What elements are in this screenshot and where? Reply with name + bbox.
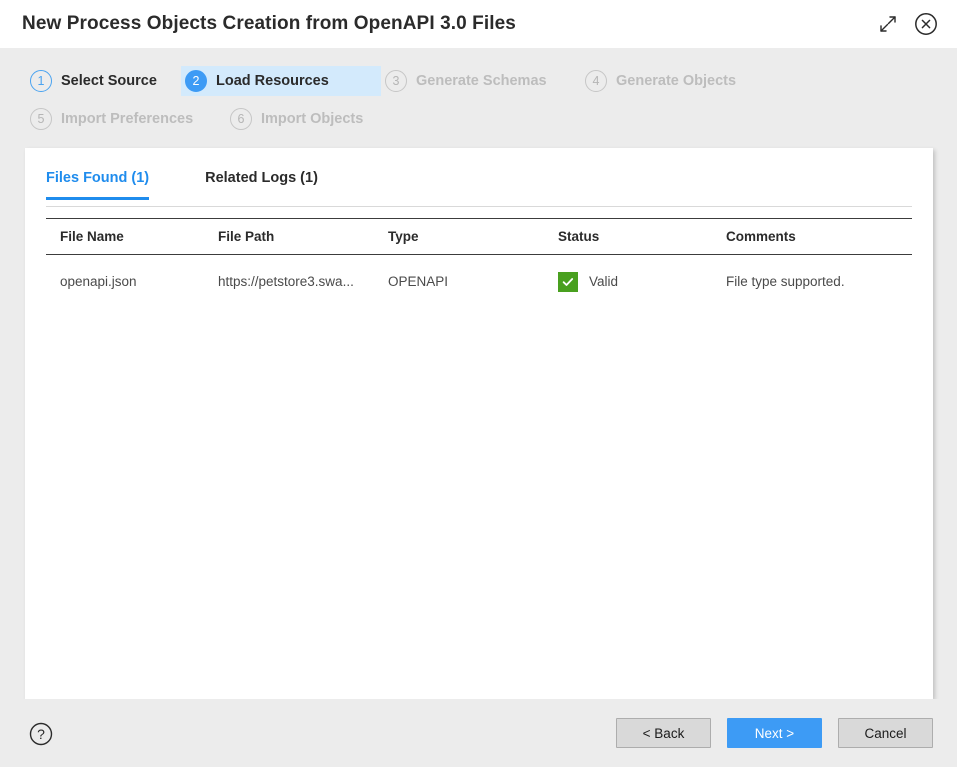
check-icon [558,271,578,292]
svg-text:?: ? [37,726,45,742]
step-6-number: 6 [230,108,252,130]
close-circle-icon[interactable] [913,11,939,37]
step-2-label: Load Resources [216,73,329,89]
column-header-file-path: File Path [218,229,275,244]
cell-status: Valid [558,271,726,292]
step-5-import-preferences: 5 Import Preferences [26,104,226,134]
page-title: New Process Objects Creation from OpenAP… [22,13,516,34]
column-header-type: Type [388,229,419,244]
files-table: File Name File Path Type Status Comments… [46,218,912,308]
title-bar: New Process Objects Creation from OpenAP… [0,0,957,48]
window-controls [875,11,939,37]
status-badge: Valid [589,274,619,289]
step-4-label: Generate Objects [616,73,737,89]
step-4-number: 4 [585,70,607,92]
column-header-status: Status [558,229,600,244]
step-3-generate-schemas: 3 Generate Schemas [381,66,581,96]
step-5-number: 5 [30,108,52,130]
tab-files-found[interactable]: Files Found (1) [46,170,150,200]
step-4-generate-objects: 4 Generate Objects [581,66,743,96]
expand-diagonal-icon[interactable] [875,11,901,37]
step-2-number: 2 [185,70,207,92]
column-header-file-name: File Name [60,229,124,244]
cell-file-name: openapi.json [60,274,137,289]
wizard-stepper: 1 Select Source 2 Load Resources 3 Gener… [0,48,957,148]
step-6-label: Import Objects [261,111,364,127]
cell-type: OPENAPI [388,274,449,289]
column-header-comments: Comments [726,229,796,244]
cell-file-path: https://petstore3.swa... [218,274,354,289]
dialog-footer: ? < Back Next > Cancel [0,699,957,767]
step-1-select-source[interactable]: 1 Select Source [26,66,181,96]
next-button[interactable]: Next > [727,718,822,748]
footer-buttons: < Back Next > Cancel [616,718,933,748]
back-button[interactable]: < Back [616,718,711,748]
step-3-number: 3 [385,70,407,92]
step-2-load-resources[interactable]: 2 Load Resources [181,66,381,96]
cell-comments: File type supported. [726,274,845,289]
help-circle-icon[interactable]: ? [28,721,54,747]
table-row[interactable]: openapi.json https://petstore3.swa... OP… [46,255,912,308]
step-3-label: Generate Schemas [416,73,547,89]
tab-bar-divider [46,206,912,207]
stepper-row-2: 5 Import Preferences 6 Import Objects [26,104,370,134]
stepper-row-1: 1 Select Source 2 Load Resources 3 Gener… [26,66,743,96]
tab-related-logs[interactable]: Related Logs (1) [205,170,318,200]
content-panel: Files Found (1) Related Logs (1) File Na… [25,148,933,699]
tab-bar: Files Found (1) Related Logs (1) [46,170,374,200]
step-5-label: Import Preferences [61,111,194,127]
step-6-import-objects: 6 Import Objects [226,104,370,134]
cancel-button[interactable]: Cancel [838,718,933,748]
step-1-number: 1 [30,70,52,92]
table-header-row: File Name File Path Type Status Comments [46,219,912,254]
step-1-label: Select Source [61,73,157,89]
